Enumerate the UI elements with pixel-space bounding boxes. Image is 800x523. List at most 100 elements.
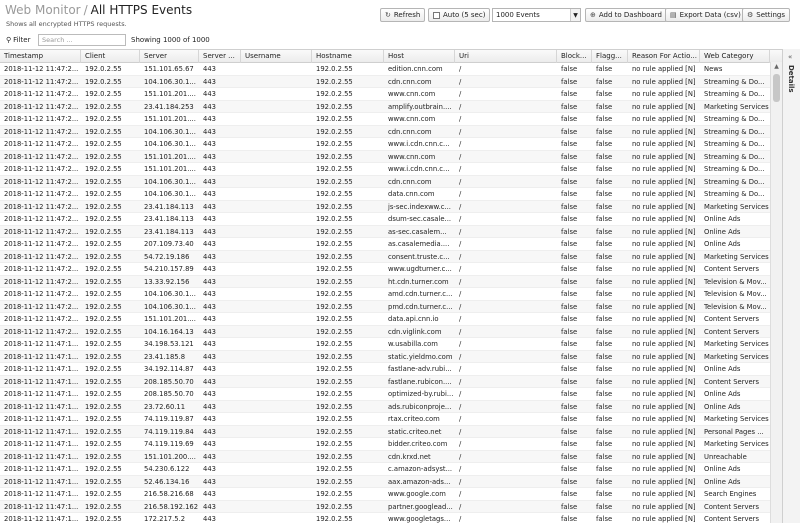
table-row[interactable]: 2018-11-12 11:47:2... 192.0.2.55 151.101.2… bbox=[0, 163, 770, 176]
table-row[interactable]: 2018-11-12 11:47:2... 192.0.2.55 104.16.16… bbox=[0, 325, 770, 338]
column-header-flagged[interactable]: Flagg... bbox=[592, 50, 628, 63]
events-count-select[interactable]: 1000 Events ▼ bbox=[492, 8, 581, 22]
breadcrumb-web-monitor[interactable]: Web Monitor bbox=[5, 3, 81, 17]
table-row[interactable]: 2018-11-12 11:47:2... 192.0.2.55 151.101.2… bbox=[0, 150, 770, 163]
table-row[interactable]: 2018-11-12 11:47:2... 192.0.2.55 104.106.3… bbox=[0, 300, 770, 313]
cell-username bbox=[241, 251, 312, 263]
cell-hostname: 192.0.2.55 bbox=[316, 177, 353, 186]
table-row[interactable]: 2018-11-12 11:47:2... 192.0.2.55 104.106.3… bbox=[0, 175, 770, 188]
table-row[interactable]: 2018-11-12 11:47:1... 192.0.2.55 52.46.134… bbox=[0, 475, 770, 488]
table-row[interactable]: 2018-11-12 11:47:1... 192.0.2.55 216.58.19… bbox=[0, 500, 770, 513]
table-row[interactable]: 2018-11-12 11:47:2... 192.0.2.55 23.41.184… bbox=[0, 213, 770, 226]
cell-host: www.cnn.com bbox=[388, 152, 436, 161]
table-row[interactable]: 2018-11-12 11:47:2... 192.0.2.55 104.106.3… bbox=[0, 75, 770, 88]
cell-host: cdn.cnn.com bbox=[388, 177, 432, 186]
export-data-button[interactable]: ▤ Export Data (csv) bbox=[665, 8, 746, 22]
table-row[interactable]: 2018-11-12 11:47:1... 192.0.2.55 151.101.2… bbox=[0, 450, 770, 463]
details-panel-toggle[interactable]: « Details bbox=[782, 49, 800, 523]
cell-timestamp: 2018-11-12 11:47:2... bbox=[4, 202, 79, 211]
cell-flagged: false bbox=[596, 377, 613, 386]
table-row[interactable]: 2018-11-12 11:47:2... 192.0.2.55 151.101.6… bbox=[0, 63, 770, 76]
cell-uri: / bbox=[459, 502, 462, 511]
cell-web-category: Online Ads bbox=[704, 390, 741, 398]
cell-client: 192.0.2.55 bbox=[85, 127, 122, 136]
cell-client: 192.0.2.55 bbox=[85, 240, 122, 248]
cell-client: 192.0.2.55 bbox=[85, 190, 122, 198]
auto-refresh-checkbox[interactable] bbox=[433, 11, 440, 19]
settings-button[interactable]: ⚙ Settings bbox=[742, 8, 790, 22]
table-row[interactable]: 2018-11-12 11:47:2... 192.0.2.55 23.41.184… bbox=[0, 100, 770, 113]
column-header-timestamp[interactable]: Timestamp bbox=[0, 50, 81, 63]
cell-timestamp: 2018-11-12 11:47:2... bbox=[4, 152, 79, 161]
cell-hostname: 192.0.2.55 bbox=[316, 315, 353, 323]
cell-uri: / bbox=[459, 65, 462, 73]
scroll-up-icon[interactable]: ▲ bbox=[771, 62, 782, 72]
auto-refresh-toggle[interactable]: Auto (5 sec) bbox=[428, 8, 491, 22]
table-row[interactable]: 2018-11-12 11:47:1... 192.0.2.55 34.192.11… bbox=[0, 363, 770, 376]
table-row[interactable]: 2018-11-12 11:47:2... 192.0.2.55 104.106.3… bbox=[0, 138, 770, 151]
table-row[interactable]: 2018-11-12 11:47:2... 192.0.2.55 151.101.2… bbox=[0, 113, 770, 126]
refresh-button[interactable]: ↻ Refresh bbox=[380, 8, 426, 22]
table-row[interactable]: 2018-11-12 11:47:2... 192.0.2.55 54.72.19.… bbox=[0, 250, 770, 263]
cell-web-category: Streaming & Do... bbox=[704, 77, 765, 86]
add-to-dashboard-button[interactable]: ⊕ Add to Dashboard bbox=[585, 8, 667, 22]
cell-reason: no rule applied [N] bbox=[632, 315, 696, 323]
table-row[interactable]: 2018-11-12 11:47:1... 192.0.2.55 23.41.185… bbox=[0, 350, 770, 363]
vertical-scrollbar[interactable]: ▲ bbox=[770, 62, 782, 523]
cell-uri: / bbox=[459, 252, 462, 261]
cell-timestamp: 2018-11-12 11:47:1... bbox=[4, 402, 79, 411]
table-row[interactable]: 2018-11-12 11:47:1... 192.0.2.55 172.217.5… bbox=[0, 513, 770, 523]
cell-server: 104.106.30.1... bbox=[144, 177, 196, 186]
cell-host: consent.truste.c... bbox=[388, 252, 450, 261]
cell-flagged: false bbox=[596, 152, 613, 161]
table-row[interactable]: 2018-11-12 11:47:1... 192.0.2.55 54.230.6.… bbox=[0, 463, 770, 476]
cell-uri: / bbox=[459, 165, 462, 173]
cell-hostname: 192.0.2.55 bbox=[316, 165, 353, 173]
table-row[interactable]: 2018-11-12 11:47:2... 192.0.2.55 23.41.184… bbox=[0, 225, 770, 238]
cell-timestamp: 2018-11-12 11:47:1... bbox=[4, 515, 79, 523]
cell-server-port: 443 bbox=[203, 465, 216, 473]
table-row[interactable]: 2018-11-12 11:47:1... 192.0.2.55 23.72.60.… bbox=[0, 400, 770, 413]
cell-host: pmd.cdn.turner.c... bbox=[388, 302, 453, 311]
column-header-blocked[interactable]: Block... bbox=[557, 50, 592, 63]
table-row[interactable]: 2018-11-12 11:47:1... 192.0.2.55 216.58.21… bbox=[0, 488, 770, 501]
column-header-client[interactable]: Client bbox=[81, 50, 140, 63]
cell-uri: / bbox=[459, 265, 462, 273]
cell-flagged: false bbox=[596, 515, 613, 523]
chevron-down-icon[interactable]: ▼ bbox=[570, 9, 580, 21]
table-row[interactable]: 2018-11-12 11:47:2... 192.0.2.55 151.101.2… bbox=[0, 88, 770, 101]
column-header-server[interactable]: Server bbox=[140, 50, 199, 63]
table-row[interactable]: 2018-11-12 11:47:1... 192.0.2.55 34.198.53… bbox=[0, 338, 770, 351]
table-row[interactable]: 2018-11-12 11:47:2... 192.0.2.55 207.109.7… bbox=[0, 238, 770, 251]
cell-uri: / bbox=[459, 215, 462, 223]
cell-client: 192.0.2.55 bbox=[85, 77, 122, 86]
cell-username bbox=[241, 213, 312, 225]
table-row[interactable]: 2018-11-12 11:47:1... 192.0.2.55 74.119.11… bbox=[0, 425, 770, 438]
scrollbar-thumb[interactable] bbox=[773, 74, 780, 102]
chevron-left-icon[interactable]: « bbox=[788, 53, 792, 61]
table-row[interactable]: 2018-11-12 11:47:2... 192.0.2.55 104.106.3… bbox=[0, 188, 770, 201]
table-row[interactable]: 2018-11-12 11:47:2... 192.0.2.55 104.106.3… bbox=[0, 125, 770, 138]
column-header-uri[interactable]: Uri bbox=[455, 50, 557, 63]
table-row[interactable]: 2018-11-12 11:47:1... 192.0.2.55 208.185.5… bbox=[0, 388, 770, 401]
column-header-server-port[interactable]: Server ... bbox=[199, 50, 241, 63]
search-input[interactable]: Search ... bbox=[38, 34, 126, 46]
cell-blocked: false bbox=[561, 302, 578, 311]
column-header-web-category[interactable]: Web Category bbox=[700, 50, 770, 63]
table-row[interactable]: 2018-11-12 11:47:2... 192.0.2.55 23.41.184… bbox=[0, 200, 770, 213]
table-row[interactable]: 2018-11-12 11:47:1... 192.0.2.55 208.185.5… bbox=[0, 375, 770, 388]
cell-blocked: false bbox=[561, 65, 578, 73]
cell-web-category: Streaming & Do... bbox=[704, 165, 765, 173]
table-row[interactable]: 2018-11-12 11:47:1... 192.0.2.55 74.119.11… bbox=[0, 438, 770, 451]
cell-server-port: 443 bbox=[203, 440, 216, 448]
table-row[interactable]: 2018-11-12 11:47:2... 192.0.2.55 13.33.92.… bbox=[0, 275, 770, 288]
cell-host: rtax.criteo.com bbox=[388, 415, 440, 423]
column-header-reason[interactable]: Reason For Actio... bbox=[628, 50, 700, 63]
table-row[interactable]: 2018-11-12 11:47:1... 192.0.2.55 74.119.11… bbox=[0, 413, 770, 426]
column-header-username[interactable]: Username bbox=[241, 50, 312, 63]
table-row[interactable]: 2018-11-12 11:47:2... 192.0.2.55 54.210.15… bbox=[0, 263, 770, 276]
column-header-hostname[interactable]: Hostname bbox=[312, 50, 384, 63]
column-header-host[interactable]: Host bbox=[384, 50, 455, 63]
table-row[interactable]: 2018-11-12 11:47:2... 192.0.2.55 151.101.2… bbox=[0, 313, 770, 326]
table-row[interactable]: 2018-11-12 11:47:2... 192.0.2.55 104.106.3… bbox=[0, 288, 770, 301]
